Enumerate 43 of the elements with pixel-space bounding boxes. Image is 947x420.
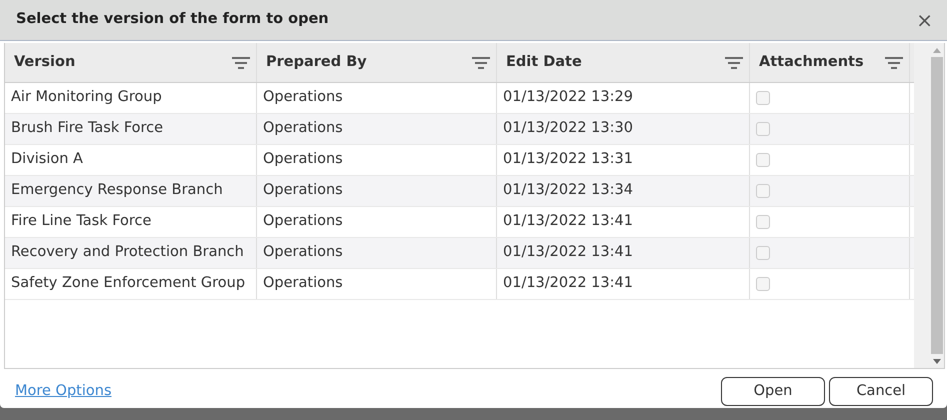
table-cell: Operations [257, 83, 497, 113]
table-cell: 01/13/2022 13:41 [497, 207, 750, 237]
dialog-title: Select the version of the form to open [16, 10, 329, 30]
table-cell: 01/13/2022 13:31 [497, 145, 750, 175]
checkbox[interactable] [756, 153, 770, 167]
column-header[interactable]: Edit Date [506, 52, 582, 74]
dialog-button[interactable]: Open [721, 376, 825, 406]
table-cell: Emergency Response Branch [5, 176, 257, 206]
table-cell: Operations [257, 269, 497, 299]
table-cell: Operations [257, 238, 497, 268]
table-cell: Operations [257, 176, 497, 206]
filter-icon[interactable] [232, 56, 250, 70]
table-cell: Operations [257, 145, 497, 175]
table-cell: 01/13/2022 13:41 [497, 269, 750, 299]
table-cell: 01/13/2022 13:41 [497, 238, 750, 268]
close-button[interactable]: × [916, 10, 933, 30]
table-cell: 01/13/2022 13:30 [497, 114, 750, 144]
table-cell: Brush Fire Task Force [5, 114, 257, 144]
filter-icon[interactable] [725, 56, 743, 70]
column-header[interactable]: Version [14, 52, 76, 74]
table-cell: Air Monitoring Group [5, 83, 257, 113]
table-cell: Safety Zone Enforcement Group [5, 269, 257, 299]
table-cell: Recovery and Protection Branch [5, 238, 257, 268]
table-cell: Operations [257, 114, 497, 144]
checkbox[interactable] [756, 246, 770, 260]
checkbox[interactable] [756, 215, 770, 229]
table-cell: Fire Line Task Force [5, 207, 257, 237]
scrollbar[interactable] [914, 43, 944, 368]
scrollbar-thumb[interactable] [931, 57, 943, 354]
filter-icon[interactable] [472, 56, 490, 70]
table-cell: 01/13/2022 13:34 [497, 176, 750, 206]
checkbox[interactable] [756, 184, 770, 198]
table-cell: Division A [5, 145, 257, 175]
more-options-link[interactable]: More Options [15, 380, 112, 402]
table-cell: Operations [257, 207, 497, 237]
checkbox[interactable] [756, 277, 770, 291]
table-cell: 01/13/2022 13:29 [497, 83, 750, 113]
checkbox[interactable] [756, 91, 770, 105]
column-header[interactable]: Attachments [759, 52, 864, 74]
filter-icon[interactable] [885, 56, 903, 70]
checkbox[interactable] [756, 122, 770, 136]
dialog-button[interactable]: Cancel [829, 376, 933, 406]
column-header[interactable]: Prepared By [266, 52, 367, 74]
